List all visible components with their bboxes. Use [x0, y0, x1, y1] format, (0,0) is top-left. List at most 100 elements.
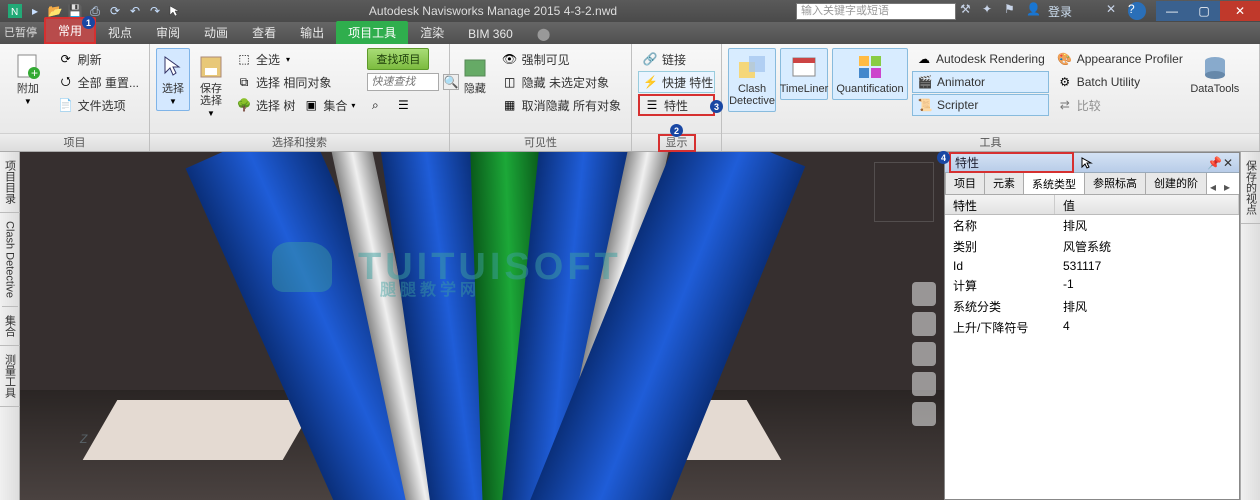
- sets-icon: ▣: [303, 97, 319, 113]
- right-tab-0[interactable]: 保存的视点: [1241, 152, 1260, 224]
- property-row[interactable]: 类别风管系统: [945, 236, 1239, 257]
- panel-select-title[interactable]: 选择和搜索: [150, 133, 449, 151]
- undo-icon[interactable]: ↶: [126, 2, 144, 20]
- tool-icon-2[interactable]: ✦: [982, 2, 1000, 20]
- reset-icon: ⭯: [58, 74, 74, 90]
- help-icon[interactable]: ?: [1128, 2, 1146, 20]
- prop-key: Id: [945, 259, 1055, 273]
- svg-text:+: +: [31, 66, 38, 80]
- exchange-icon[interactable]: ✕: [1106, 2, 1124, 20]
- ptab-4[interactable]: 创建的阶: [1145, 173, 1207, 194]
- autodesk-rendering-button[interactable]: ☁Autodesk Rendering: [912, 48, 1049, 70]
- batch-utility-button[interactable]: ⚙Batch Utility: [1053, 71, 1187, 93]
- property-row[interactable]: 计算-1: [945, 275, 1239, 296]
- property-row[interactable]: 上升/下降符号4: [945, 317, 1239, 338]
- app-menu-icon[interactable]: N: [6, 2, 24, 20]
- user-icon[interactable]: 👤: [1026, 2, 1044, 20]
- property-row[interactable]: 系统分类排风: [945, 296, 1239, 317]
- annotation-badge-2: 2: [670, 124, 683, 137]
- filter-icon[interactable]: ☰: [395, 97, 411, 113]
- clash-icon: [738, 53, 766, 81]
- help-search-input[interactable]: 输入关键字或短语: [796, 3, 956, 20]
- nav-wheel-icon[interactable]: [912, 282, 936, 306]
- nav-look-icon[interactable]: [912, 402, 936, 426]
- left-tab-0[interactable]: 项目目录: [0, 152, 20, 213]
- left-tab-3[interactable]: 测量工具: [0, 346, 20, 407]
- tab-scroll-right[interactable]: ▸: [1220, 180, 1234, 194]
- attach-button[interactable]: + 附加 ▼: [6, 48, 50, 111]
- property-row[interactable]: Id531117: [945, 257, 1239, 275]
- refresh-button[interactable]: ⟳刷新: [54, 48, 143, 70]
- pin-icon[interactable]: 📌: [1207, 156, 1221, 170]
- select-same-button[interactable]: ⧉选择 相同对象: [232, 71, 359, 93]
- left-tab-1[interactable]: Clash Detective: [2, 213, 18, 307]
- select-button[interactable]: 选择 ▼: [156, 48, 190, 111]
- select-label: 选择: [162, 83, 184, 95]
- nav-zoom-icon[interactable]: [912, 342, 936, 366]
- panel-close-button[interactable]: ✕: [1221, 156, 1235, 170]
- tab-review[interactable]: 审阅: [144, 21, 192, 44]
- view-cube[interactable]: [874, 162, 934, 222]
- property-row[interactable]: 名称排风: [945, 215, 1239, 236]
- find-items-button[interactable]: 查找项目: [363, 48, 463, 70]
- panel-project-title[interactable]: 项目: [0, 133, 149, 151]
- refresh-icon[interactable]: ⟳: [106, 2, 124, 20]
- ptab-3[interactable]: 参照标高: [1084, 173, 1146, 194]
- 3d-viewport[interactable]: TUITUISOFT 腿腿教学网: [20, 152, 944, 500]
- new-icon[interactable]: ▸: [26, 2, 44, 20]
- animator-button[interactable]: 🎬Animator: [912, 71, 1049, 93]
- maximize-button[interactable]: ▢: [1188, 1, 1220, 21]
- tab-animation[interactable]: 动画: [192, 21, 240, 44]
- require-button[interactable]: 👁强制可见: [498, 48, 625, 70]
- tab-item-tools[interactable]: 项目工具: [336, 21, 408, 44]
- tool-icon-3[interactable]: ⚑: [1004, 2, 1022, 20]
- left-tab-2[interactable]: 集合: [0, 307, 20, 346]
- select-all-button[interactable]: ⬚全选▾: [232, 48, 359, 70]
- tab-bim360[interactable]: BIM 360: [456, 24, 525, 44]
- hide-button[interactable]: 隐藏: [456, 48, 494, 100]
- sets-button[interactable]: ▣集合▾: [299, 94, 359, 116]
- ptab-0[interactable]: 项目: [945, 173, 985, 194]
- close-button[interactable]: ✕: [1220, 1, 1260, 21]
- window-title: Autodesk Navisworks Manage 2015 4-3-2.nw…: [190, 4, 796, 18]
- login-link[interactable]: 登录: [1048, 3, 1072, 20]
- selection-tree-button[interactable]: 🌳选择 树: [232, 94, 299, 116]
- clash-detective-button[interactable]: Clash Detective: [728, 48, 776, 112]
- datatools-button[interactable]: DataTools: [1191, 48, 1239, 100]
- timeliner-button[interactable]: TimeLiner: [780, 48, 828, 100]
- save-selection-button[interactable]: 保存 选择 ▼: [194, 48, 228, 123]
- links-button[interactable]: 🔗链接: [638, 48, 715, 70]
- find-icon[interactable]: ⌕: [367, 97, 383, 113]
- tab-view[interactable]: 视点: [96, 21, 144, 44]
- appearance-profiler-button[interactable]: 🎨Appearance Profiler: [1053, 48, 1187, 70]
- quick-properties-button[interactable]: ⚡快捷 特性: [638, 71, 715, 93]
- quantification-button[interactable]: Quantification: [832, 48, 908, 100]
- ptab-2[interactable]: 系统类型: [1023, 173, 1085, 195]
- quick-find-input[interactable]: [367, 73, 439, 91]
- tab-scroll-left[interactable]: ◂: [1206, 180, 1220, 194]
- tab-rec[interactable]: ⬤: [525, 24, 562, 44]
- redo-icon[interactable]: ↷: [146, 2, 164, 20]
- hide-unselected-button[interactable]: ◫隐藏 未选定对象: [498, 71, 625, 93]
- select-mode-icon[interactable]: [166, 2, 184, 20]
- link-icon: 🔗: [642, 51, 658, 67]
- minimize-button[interactable]: —: [1156, 1, 1188, 21]
- tab-look[interactable]: 查看: [240, 21, 288, 44]
- scripter-button[interactable]: 📜Scripter: [912, 94, 1049, 116]
- tab-render[interactable]: 渲染: [408, 21, 456, 44]
- file-options-button[interactable]: 📄文件选项: [54, 94, 143, 116]
- tab-output[interactable]: 输出: [288, 21, 336, 44]
- select-all-icon: ⬚: [236, 51, 252, 67]
- unhide-all-button[interactable]: ▦取消隐藏 所有对象: [498, 94, 625, 116]
- properties-button[interactable]: ☰特性: [638, 94, 715, 116]
- nav-pan-icon[interactable]: [912, 312, 936, 336]
- reset-all-button[interactable]: ⭯全部 重置...: [54, 71, 143, 93]
- title-bar: N ▸ 📂 💾 ⎙ ⟳ ↶ ↷ 1 Autodesk Navisworks Ma…: [0, 0, 1260, 22]
- ribbon-tabs: 已暂停 常用 视点 审阅 动画 查看 输出 项目工具 渲染 BIM 360 ⬤: [0, 22, 1260, 44]
- prop-key: 名称: [945, 217, 1055, 234]
- compare-button[interactable]: ⇄比较: [1053, 94, 1187, 116]
- ptab-1[interactable]: 元素: [984, 173, 1024, 194]
- tool-icon-1[interactable]: ⚒: [960, 2, 978, 20]
- refresh-small-icon: ⟳: [58, 51, 74, 67]
- nav-orbit-icon[interactable]: [912, 372, 936, 396]
